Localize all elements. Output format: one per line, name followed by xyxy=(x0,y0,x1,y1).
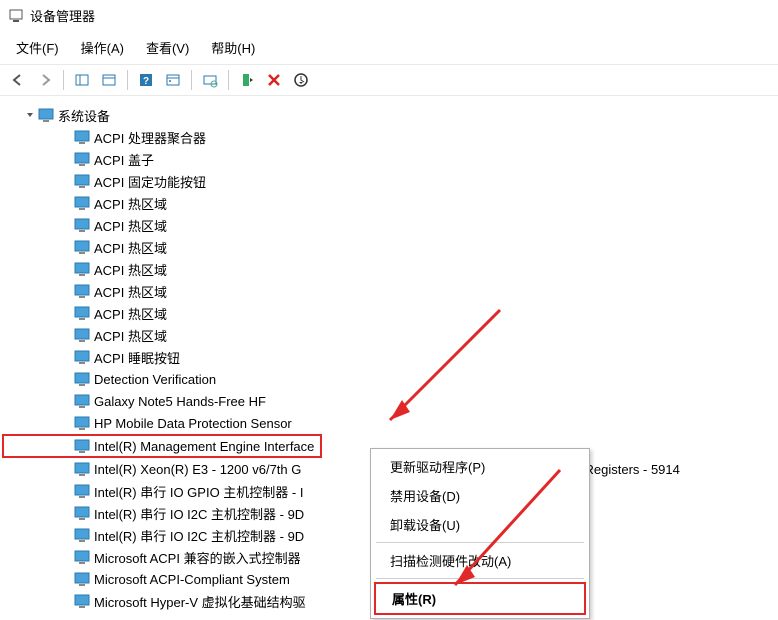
properties-button[interactable] xyxy=(97,68,121,92)
device-icon xyxy=(74,350,90,364)
tree-item-label: Intel(R) Management Engine Interface xyxy=(94,439,314,454)
collapse-icon[interactable] xyxy=(24,109,36,121)
menu-file[interactable]: 文件(F) xyxy=(6,35,69,60)
device-icon xyxy=(74,572,90,586)
svg-text:?: ? xyxy=(143,76,149,87)
tree-item[interactable]: ACPI 睡眠按钮 xyxy=(2,346,776,368)
device-icon xyxy=(74,130,90,144)
tree-item-label: Galaxy Note5 Hands-Free HF xyxy=(94,394,266,409)
device-icon xyxy=(74,462,90,476)
tree-item-label: ACPI 热区域 xyxy=(94,238,167,257)
device-icon xyxy=(74,506,90,520)
tree-item-label: ACPI 睡眠按钮 xyxy=(94,348,180,367)
toolbar-sep xyxy=(63,70,64,90)
tree-item-label: Intel(R) 串行 IO GPIO 主机控制器 - I xyxy=(94,482,303,501)
device-icon xyxy=(74,240,90,254)
ctx-uninstall-device[interactable]: 卸载设备(U) xyxy=(374,510,586,539)
device-icon xyxy=(74,372,90,386)
menu-action[interactable]: 操作(A) xyxy=(71,35,134,60)
tree-item-label: ACPI 热区域 xyxy=(94,260,167,279)
toolbar-sep xyxy=(228,70,229,90)
tree-item-label: ACPI 热区域 xyxy=(94,326,167,345)
nav-back-button[interactable] xyxy=(6,68,30,92)
menu-help[interactable]: 帮助(H) xyxy=(201,35,265,60)
device-icon xyxy=(74,484,90,498)
tree-item[interactable]: ACPI 热区域 xyxy=(2,258,776,280)
context-menu: 更新驱动程序(P) 禁用设备(D) 卸载设备(U) 扫描检测硬件改动(A) 属性… xyxy=(370,448,590,619)
device-icon xyxy=(74,218,90,232)
tree-item-label: ACPI 固定功能按钮 xyxy=(94,172,206,191)
device-icon xyxy=(74,416,90,430)
tree-item-label: Detection Verification xyxy=(94,372,216,387)
tree-item[interactable]: Intel(R) Management Engine Interface xyxy=(2,434,322,458)
enable-button[interactable] xyxy=(235,68,259,92)
nav-forward-button[interactable] xyxy=(33,68,57,92)
device-icon xyxy=(74,152,90,166)
device-icon xyxy=(74,174,90,188)
tree-item[interactable]: ACPI 热区域 xyxy=(2,192,776,214)
device-icon xyxy=(74,196,90,210)
toolbar-sep xyxy=(191,70,192,90)
tree-item[interactable]: ACPI 热区域 xyxy=(2,214,776,236)
device-icon xyxy=(74,284,90,298)
device-icon xyxy=(74,439,90,453)
device-category-icon xyxy=(38,108,54,122)
device-icon xyxy=(74,394,90,408)
device-icon xyxy=(74,328,90,342)
tree-item-label: Intel(R) 串行 IO I2C 主机控制器 - 9D xyxy=(94,526,304,545)
tree-item[interactable]: HP Mobile Data Protection Sensor xyxy=(2,412,776,434)
update-driver-button[interactable] xyxy=(289,68,313,92)
toolbar-sep xyxy=(127,70,128,90)
action-button[interactable] xyxy=(161,68,185,92)
scan-hardware-button[interactable] xyxy=(198,68,222,92)
tree-item-label: ACPI 处理器聚合器 xyxy=(94,128,206,147)
tree-item-label: Microsoft ACPI 兼容的嵌入式控制器 xyxy=(94,548,301,567)
tree-item[interactable]: ACPI 处理器聚合器 xyxy=(2,126,776,148)
tree-item-label: HP Mobile Data Protection Sensor xyxy=(94,416,292,431)
tree-item[interactable]: ACPI 热区域 xyxy=(2,236,776,258)
device-icon xyxy=(74,528,90,542)
show-hide-tree-button[interactable] xyxy=(70,68,94,92)
toolbar: ? xyxy=(0,65,778,96)
device-icon xyxy=(74,306,90,320)
tree-root[interactable]: 系统设备 xyxy=(2,104,776,126)
menu-view[interactable]: 查看(V) xyxy=(136,35,199,60)
tree-item[interactable]: ACPI 盖子 xyxy=(2,148,776,170)
tree-item[interactable]: Galaxy Note5 Hands-Free HF xyxy=(2,390,776,412)
tree-item-label: Microsoft ACPI-Compliant System xyxy=(94,572,290,587)
tree-item-label: ACPI 热区域 xyxy=(94,216,167,235)
device-icon xyxy=(74,594,90,608)
tree-item[interactable]: ACPI 热区域 xyxy=(2,280,776,302)
tree-item-label: ACPI 盖子 xyxy=(94,150,154,169)
tree-item-label: Intel(R) Xeon(R) E3 - 1200 v6/7th G xyxy=(94,462,301,477)
ctx-scan-hardware[interactable]: 扫描检测硬件改动(A) xyxy=(374,546,586,575)
ctx-update-driver[interactable]: 更新驱动程序(P) xyxy=(374,452,586,481)
ctx-separator xyxy=(376,578,584,579)
tree-item[interactable]: Detection Verification xyxy=(2,368,776,390)
tree-item-label: ACPI 热区域 xyxy=(94,282,167,301)
window-title: 设备管理器 xyxy=(30,6,95,25)
tree-root-label: 系统设备 xyxy=(58,106,110,125)
uninstall-button[interactable] xyxy=(262,68,286,92)
tree-item-label: ACPI 热区域 xyxy=(94,194,167,213)
titlebar: 设备管理器 xyxy=(0,0,778,31)
help-button[interactable]: ? xyxy=(134,68,158,92)
menubar: 文件(F) 操作(A) 查看(V) 帮助(H) xyxy=(0,31,778,65)
tree-item[interactable]: ACPI 固定功能按钮 xyxy=(2,170,776,192)
device-icon xyxy=(74,262,90,276)
tree-item[interactable]: ACPI 热区域 xyxy=(2,324,776,346)
ctx-separator xyxy=(376,542,584,543)
ctx-disable-device[interactable]: 禁用设备(D) xyxy=(374,481,586,510)
tree-item-label: Intel(R) 串行 IO I2C 主机控制器 - 9D xyxy=(94,504,304,523)
device-icon xyxy=(74,550,90,564)
tree-item-label: ACPI 热区域 xyxy=(94,304,167,323)
tree-item[interactable]: ACPI 热区域 xyxy=(2,302,776,324)
ctx-properties[interactable]: 属性(R) xyxy=(374,582,586,615)
tree-item-label: Microsoft Hyper-V 虚拟化基础结构驱 xyxy=(94,592,306,611)
app-icon xyxy=(8,8,24,24)
